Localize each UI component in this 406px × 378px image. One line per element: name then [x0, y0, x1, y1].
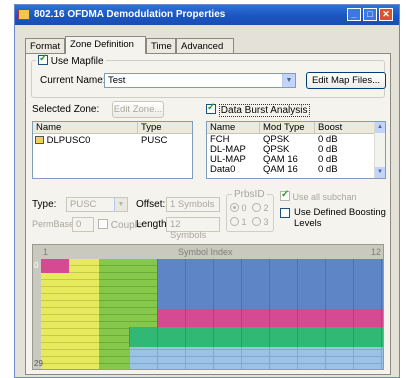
- symbol-start-label: 1: [43, 247, 49, 257]
- app-icon: [18, 9, 30, 20]
- scroll-down-icon[interactable]: ▼: [375, 167, 385, 178]
- use-all-subchan-option[interactable]: Use all subchan: [280, 189, 357, 202]
- symbol-map[interactable]: 1 Symbol Index 12 0 29: [32, 244, 384, 370]
- prbs-option-label: 2: [263, 203, 269, 213]
- prbs-label: PrbsID: [232, 189, 267, 200]
- close-button[interactable]: ✕: [379, 8, 393, 21]
- symbol-index-label: Symbol Index: [178, 247, 233, 257]
- selected-zone-label: Selected Zone:: [32, 104, 100, 115]
- zone-row-name: DLPUSC0: [46, 135, 91, 146]
- use-mapfile-label: Use Mapfile: [50, 56, 104, 67]
- radio-icon[interactable]: [252, 203, 261, 212]
- burst-list[interactable]: Name Mod Type Boost FCH QPSK 0 dB DL-MAP…: [206, 121, 386, 179]
- use-all-subchan-checkbox[interactable]: [280, 189, 290, 201]
- fch-burst-block[interactable]: [41, 259, 69, 273]
- burst-boost: 0 dB: [318, 164, 338, 175]
- maximize-button[interactable]: □: [363, 8, 377, 21]
- burst-header-boost[interactable]: Boost: [315, 122, 375, 134]
- use-defined-boosting-option[interactable]: [280, 208, 290, 220]
- ul-map-burst-block[interactable]: [99, 259, 129, 369]
- permbase-input[interactable]: 0: [72, 217, 94, 232]
- prbs-option-3[interactable]: 3: [252, 217, 269, 227]
- prbs-option-label: 1: [241, 217, 247, 227]
- couple-checkbox[interactable]: [98, 219, 108, 229]
- use-mapfile-option[interactable]: Use Mapfile: [36, 53, 106, 67]
- edit-zone-button[interactable]: Edit Zone...: [112, 101, 164, 118]
- radio-icon[interactable]: [252, 217, 261, 226]
- prbs-option-1[interactable]: 1: [230, 217, 247, 227]
- type-value: PUSC: [70, 199, 97, 210]
- zone-icon: [35, 136, 44, 144]
- use-all-subchan-label: Use all subchan: [292, 192, 357, 202]
- zone-header-type[interactable]: Type: [138, 122, 192, 134]
- burst-header-name[interactable]: Name: [207, 122, 260, 134]
- burst-mod: QAM 16: [263, 164, 298, 175]
- prbs-option-2[interactable]: 2: [252, 203, 269, 213]
- current-name-label: Current Name:: [40, 75, 106, 86]
- use-defined-boosting-checkbox[interactable]: [280, 208, 290, 218]
- table-row[interactable]: DLPUSC0: [35, 136, 90, 146]
- length-label: Length:: [136, 219, 170, 230]
- data-burst-checkbox[interactable]: [206, 102, 216, 114]
- chevron-down-icon[interactable]: ▼: [114, 198, 127, 211]
- burst-name[interactable]: Data0: [210, 165, 235, 175]
- zone-row-type: PUSC: [141, 135, 168, 146]
- prbs-option-label: 0: [241, 203, 247, 213]
- prbs-option-label: 3: [263, 217, 269, 227]
- properties-dialog: 802.16 OFDMA Demodulation Properties _ □…: [14, 4, 400, 378]
- current-name-value: Test: [108, 75, 126, 86]
- data-burst-block[interactable]: [129, 347, 383, 369]
- zone-list[interactable]: Name Type DLPUSC0 PUSC: [32, 121, 193, 179]
- data-burst-block[interactable]: [129, 327, 383, 347]
- chevron-down-icon[interactable]: ▼: [282, 74, 295, 87]
- burst-scrollbar[interactable]: ▲ ▼: [374, 122, 385, 178]
- current-name-select[interactable]: Test ▼: [104, 73, 296, 88]
- length-input[interactable]: 12 Symbols: [166, 217, 220, 241]
- dl-map-burst-block[interactable]: [69, 259, 99, 369]
- tab-time[interactable]: Time: [146, 38, 176, 53]
- window-title: 802.16 OFDMA Demodulation Properties: [34, 9, 226, 20]
- radio-icon[interactable]: [230, 217, 239, 226]
- symbol-end-label: 12: [371, 247, 382, 257]
- minimize-button[interactable]: _: [347, 8, 361, 21]
- row-start-label: 0: [34, 261, 39, 270]
- dl-map-burst-block[interactable]: [41, 273, 69, 369]
- prbs-option-0[interactable]: 0: [230, 203, 247, 213]
- type-select[interactable]: PUSC ▼: [66, 197, 128, 212]
- data-burst-option[interactable]: Data Burst Analysis: [206, 102, 310, 117]
- burst-header-mod[interactable]: Mod Type: [260, 122, 315, 134]
- scroll-up-icon[interactable]: ▲: [375, 122, 385, 133]
- use-defined-boosting-label: Use Defined Boosting Levels: [294, 207, 386, 229]
- radio-icon[interactable]: [230, 203, 239, 212]
- zone-header-name[interactable]: Name: [33, 122, 138, 134]
- title-bar[interactable]: 802.16 OFDMA Demodulation Properties _ □…: [15, 5, 399, 25]
- tab-format[interactable]: Format: [25, 38, 65, 53]
- offset-input[interactable]: 1 Symbols: [166, 197, 220, 212]
- tab-advanced[interactable]: Advanced: [176, 38, 234, 53]
- tab-zone-definition[interactable]: Zone Definition: [65, 36, 146, 54]
- data-burst-block[interactable]: [157, 309, 383, 327]
- data-burst-block[interactable]: [157, 259, 383, 309]
- data-burst-label: Data Burst Analysis: [218, 104, 310, 117]
- use-mapfile-checkbox[interactable]: [38, 53, 48, 65]
- zone-definition-panel: Use Mapfile Current Name: Test ▼ Edit Ma…: [25, 53, 391, 375]
- row-end-label: 29: [34, 359, 43, 368]
- offset-label: Offset:: [136, 199, 166, 210]
- type-label: Type:: [32, 199, 57, 210]
- permbase-label: PermBase:: [32, 219, 77, 229]
- edit-map-files-button[interactable]: Edit Map Files...: [306, 72, 386, 89]
